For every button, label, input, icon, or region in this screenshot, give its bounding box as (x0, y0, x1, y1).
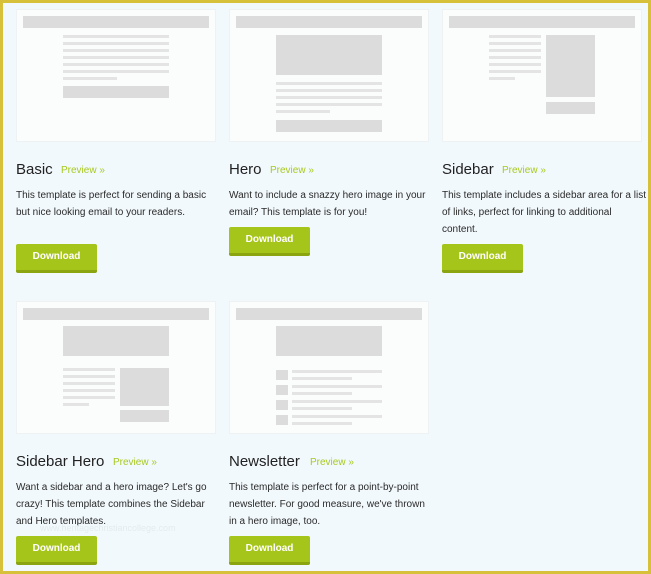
thumb-hero-image (276, 326, 382, 356)
template-title: Sidebar Hero (16, 453, 105, 470)
thumb-sidebar-block (120, 368, 169, 406)
template-description: This template is perfect for a point-by-… (229, 482, 425, 527)
thumb-text-line (63, 42, 169, 45)
thumb-button-block (276, 120, 382, 132)
thumb-text-line (489, 77, 515, 80)
thumb-text-line (489, 49, 541, 52)
template-thumbnail-newsletter[interactable] (229, 301, 429, 434)
thumb-hero-image (63, 326, 169, 356)
thumb-header-bar (236, 16, 422, 28)
thumb-bullet-block (276, 385, 288, 395)
thumb-text-line (63, 375, 115, 378)
thumb-header-bar (236, 308, 422, 320)
template-title: Hero (229, 161, 262, 178)
thumb-text-line (63, 63, 169, 66)
template-thumbnail-sidebar-hero[interactable] (16, 301, 216, 434)
thumb-text-line (292, 407, 352, 410)
thumb-text-line (292, 385, 382, 388)
thumb-header-bar (23, 308, 209, 320)
preview-link[interactable]: Preview » (502, 165, 546, 176)
download-button[interactable]: Download (442, 244, 523, 273)
watermark-text: www.heritagechristiancollege.com (40, 523, 176, 533)
thumb-bullet-block (276, 400, 288, 410)
thumb-text-line (63, 56, 169, 59)
template-title: Basic (16, 161, 53, 178)
download-button[interactable]: Download (229, 227, 310, 256)
thumb-text-line (63, 403, 89, 406)
template-title: Newsletter (229, 453, 300, 470)
thumb-text-line (292, 415, 382, 418)
template-card-hero: Hero Preview » Want to include a snazzy … (229, 9, 429, 269)
template-thumbnail-sidebar[interactable] (442, 9, 642, 142)
template-card-sidebar: Sidebar Preview » This template includes… (442, 9, 646, 279)
thumb-text-line (276, 82, 382, 85)
template-title: Sidebar (442, 161, 494, 178)
preview-link[interactable]: Preview » (310, 457, 354, 468)
thumb-bullet-block (276, 370, 288, 380)
download-button[interactable]: Download (229, 536, 310, 565)
thumb-header-bar (449, 16, 635, 28)
thumb-text-line (276, 89, 382, 92)
thumb-text-line (276, 110, 330, 113)
thumb-text-line (63, 382, 115, 385)
thumb-text-line (489, 35, 541, 38)
template-card-newsletter: Newsletter Preview » This template is pe… (229, 301, 429, 569)
download-button[interactable]: Download (16, 244, 97, 273)
thumb-sidebar-block (546, 35, 595, 97)
thumb-button-block (120, 410, 169, 422)
thumb-text-line (489, 42, 541, 45)
thumb-text-line (63, 49, 169, 52)
thumb-bullet-block (276, 415, 288, 425)
template-thumbnail-hero[interactable] (229, 9, 429, 142)
thumb-text-line (292, 370, 382, 373)
thumb-text-line (63, 389, 115, 392)
preview-link[interactable]: Preview » (113, 457, 157, 468)
thumb-text-line (276, 103, 382, 106)
template-description: This template includes a sidebar area fo… (442, 190, 646, 235)
thumb-text-line (292, 400, 382, 403)
thumb-text-line (63, 77, 117, 80)
thumb-text-line (63, 368, 115, 371)
thumb-text-line (292, 377, 352, 380)
template-description: This template is perfect for sending a b… (16, 190, 207, 218)
thumb-text-line (489, 63, 541, 66)
preview-link[interactable]: Preview » (61, 165, 105, 176)
template-description: Want to include a snazzy hero image in y… (229, 190, 426, 218)
thumb-text-line (292, 392, 352, 395)
thumb-text-line (63, 396, 115, 399)
thumb-hero-image (276, 35, 382, 75)
thumb-text-line (63, 35, 169, 38)
preview-link[interactable]: Preview » (270, 165, 314, 176)
thumb-button-block (63, 86, 169, 98)
thumb-text-line (489, 56, 541, 59)
thumb-button-block (546, 102, 595, 114)
thumb-text-line (276, 96, 382, 99)
thumb-text-line (489, 70, 541, 73)
thumb-text-line (63, 70, 169, 73)
thumb-text-line (292, 422, 352, 425)
thumb-header-bar (23, 16, 209, 28)
template-card-basic: Basic Preview » This template is perfect… (16, 9, 216, 279)
download-button[interactable]: Download (16, 536, 97, 565)
template-thumbnail-basic[interactable] (16, 9, 216, 142)
